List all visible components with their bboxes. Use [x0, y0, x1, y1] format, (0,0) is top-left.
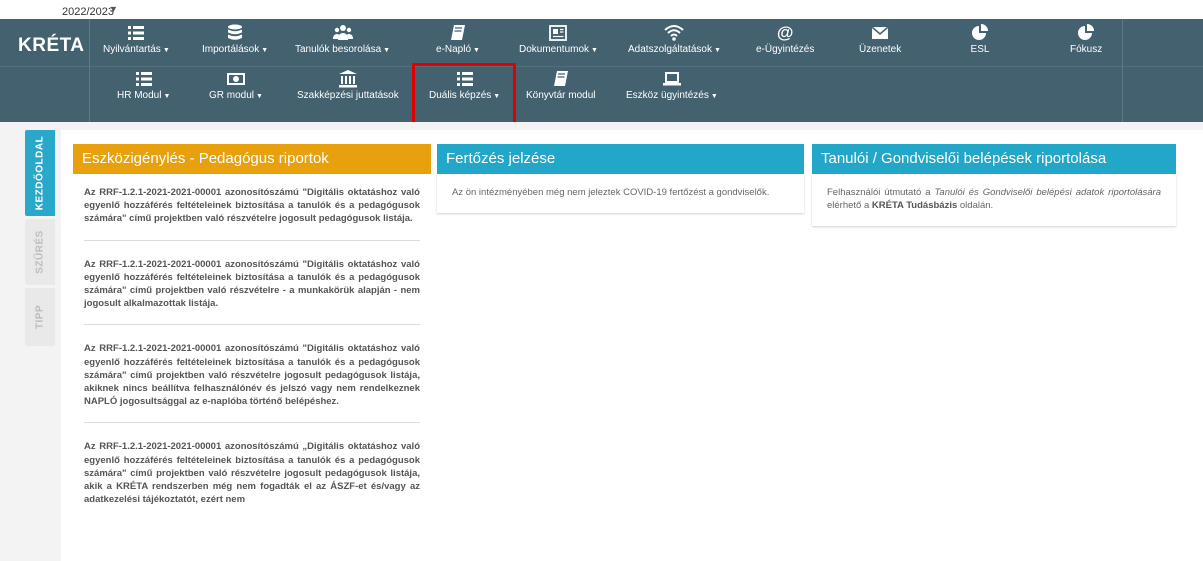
money-icon: [209, 69, 263, 89]
nav-label: Szakképzési juttatások: [297, 90, 399, 101]
panel-body: Az RRF-1.2.1-2021-2021-00001 azonosítósz…: [73, 174, 431, 521]
nav-label: e-Ügyintézés: [756, 44, 815, 55]
kreta-logo[interactable]: KRÉTA: [18, 35, 85, 57]
nav-label: Nyilvántartás: [103, 44, 161, 55]
nav-label: Adatszolgáltatások: [628, 44, 712, 55]
nav-label: Üzenetek: [859, 44, 902, 55]
caret-down-icon: ▼: [713, 47, 721, 54]
nav-separator: [1122, 19, 1123, 122]
panel-eszkozigenyles: Eszközigénylés - Pedagógus riportok Az R…: [73, 144, 431, 537]
panel-fertozes-jelzese: Fertőzés jelzése Az ön intézményében még…: [437, 144, 804, 214]
nav-e-naplo[interactable]: e-Napló ▼: [436, 23, 480, 55]
caret-down-icon: ▼: [473, 47, 480, 54]
tab-kezdooldal[interactable]: KEZDŐOLDAL: [25, 130, 55, 216]
nav-gr-modul[interactable]: GR modul ▼: [209, 69, 263, 101]
panel-body: Felhasználói útmutató a Tanulói és Gondv…: [812, 174, 1176, 227]
nav-adatszolgaltatasok[interactable]: Adatszolgáltatások ▼: [628, 23, 721, 55]
nav-esl[interactable]: ESL: [970, 23, 990, 55]
nav-fokusz[interactable]: Fókusz: [1070, 23, 1102, 55]
users-icon: [295, 23, 390, 43]
panel-title: Tanulói / Gondviselői belépések riportol…: [812, 144, 1176, 174]
caret-down-icon: ▼: [383, 47, 391, 54]
nav-uzenetek[interactable]: Üzenetek: [859, 23, 901, 55]
nav-label: Fókusz: [1070, 44, 1103, 55]
pie-chart-icon: [970, 23, 990, 43]
report-link[interactable]: Az RRF-1.2.1-2021-2021-00001 azonosítósz…: [84, 186, 420, 241]
caret-down-icon: ▼: [710, 93, 718, 100]
pie-chart-icon: [1070, 23, 1102, 43]
main-content: KEZDŐOLDAL SZŰRÉS TIPP Eszközigénylés - …: [0, 122, 1203, 561]
nav-szakkepzesi-juttatasok[interactable]: Szakképzési juttatások: [297, 69, 399, 101]
nav-label: HR Modul: [117, 90, 162, 101]
nav-dokumentumok[interactable]: Dokumentumok ▼: [519, 23, 598, 55]
caret-down-icon: ▼: [163, 93, 171, 100]
document-icon: [519, 23, 598, 43]
laptop-icon: [626, 69, 718, 89]
nav-importalasok[interactable]: Importálások ▼: [202, 23, 268, 55]
tab-szures[interactable]: SZŰRÉS: [25, 219, 55, 285]
nav-label: Eszköz ügyintézés: [626, 90, 709, 101]
nav-hr-modul[interactable]: HR Modul ▼: [117, 69, 170, 101]
list-icon: [103, 23, 170, 43]
dashboard-panels: Eszközigénylés - Pedagógus riportok Az R…: [61, 130, 1203, 561]
panel-body: Az ön intézményében még nem jeleztek COV…: [437, 174, 804, 214]
at-icon: @: [776, 23, 794, 42]
nav-konyvtar-modul[interactable]: Könyvtár modul: [526, 69, 595, 101]
side-tabs: KEZDŐOLDAL SZŰRÉS TIPP: [25, 130, 55, 349]
main-navigation: KRÉTA Nyilvántartás ▼ Importálások ▼ Tanul…: [0, 19, 1203, 122]
tudasbazis-link[interactable]: KRÉTA Tudásbázis: [872, 200, 957, 211]
report-link[interactable]: Az RRF-1.2.1-2021-2021-00001 azonosítósz…: [84, 258, 420, 326]
panel-title: Eszközigénylés - Pedagógus riportok: [73, 144, 431, 174]
nav-e-ugyintezes[interactable]: @ e-Ügyintézés: [756, 23, 814, 55]
nav-label: GR modul: [209, 90, 255, 101]
nav-eszkoz-ugyintezes[interactable]: Eszköz ügyintézés ▼: [626, 69, 718, 101]
school-year-bar: 2022/2023 ▼: [0, 0, 1203, 19]
list-icon: [117, 69, 170, 89]
nav-label: ESL: [970, 44, 990, 55]
nav-label: e-Napló: [436, 44, 472, 55]
caret-down-icon: ▼: [256, 93, 263, 100]
tab-tipp[interactable]: TIPP: [25, 288, 55, 346]
panel-belepesek-riportolasa: Tanulói / Gondviselői belépések riportol…: [812, 144, 1176, 227]
wifi-icon: [628, 23, 721, 43]
envelope-icon: [859, 23, 901, 43]
school-year-selector[interactable]: 2022/2023: [62, 6, 114, 18]
report-link[interactable]: Az RRF-1.2.1-2021-2021-00001 azonosítósz…: [84, 342, 420, 424]
nav-label: Dokumentumok: [519, 44, 590, 55]
caret-down-icon: ▼: [591, 47, 598, 54]
book-icon: [436, 23, 480, 43]
nav-label: Importálások: [202, 44, 260, 55]
book-icon: [526, 69, 595, 89]
highlight-box: [412, 63, 516, 127]
nav-label: Könyvtár modul: [526, 90, 596, 101]
nav-row-divider: [0, 66, 1203, 67]
nav-tanulok-besorolasa[interactable]: Tanulók besorolása ▼: [295, 23, 390, 55]
nav-nyilvantartas[interactable]: Nyilvántartás ▼: [103, 23, 170, 55]
nav-separator: [89, 19, 90, 122]
guide-link-text: Tanulói és Gondviselői belépési adatok r…: [934, 187, 1161, 198]
bank-icon: [297, 69, 399, 89]
caret-down-icon: ▼: [162, 47, 170, 54]
panel-title: Fertőzés jelzése: [437, 144, 804, 174]
caret-down-icon: ▼: [261, 47, 269, 54]
nav-label: Tanulók besorolása: [295, 44, 382, 55]
chevron-down-icon[interactable]: ▼: [109, 4, 118, 14]
database-icon: [202, 23, 268, 43]
report-link[interactable]: Az RRF-1.2.1-2021-2021-00001 azonosítósz…: [84, 440, 420, 520]
